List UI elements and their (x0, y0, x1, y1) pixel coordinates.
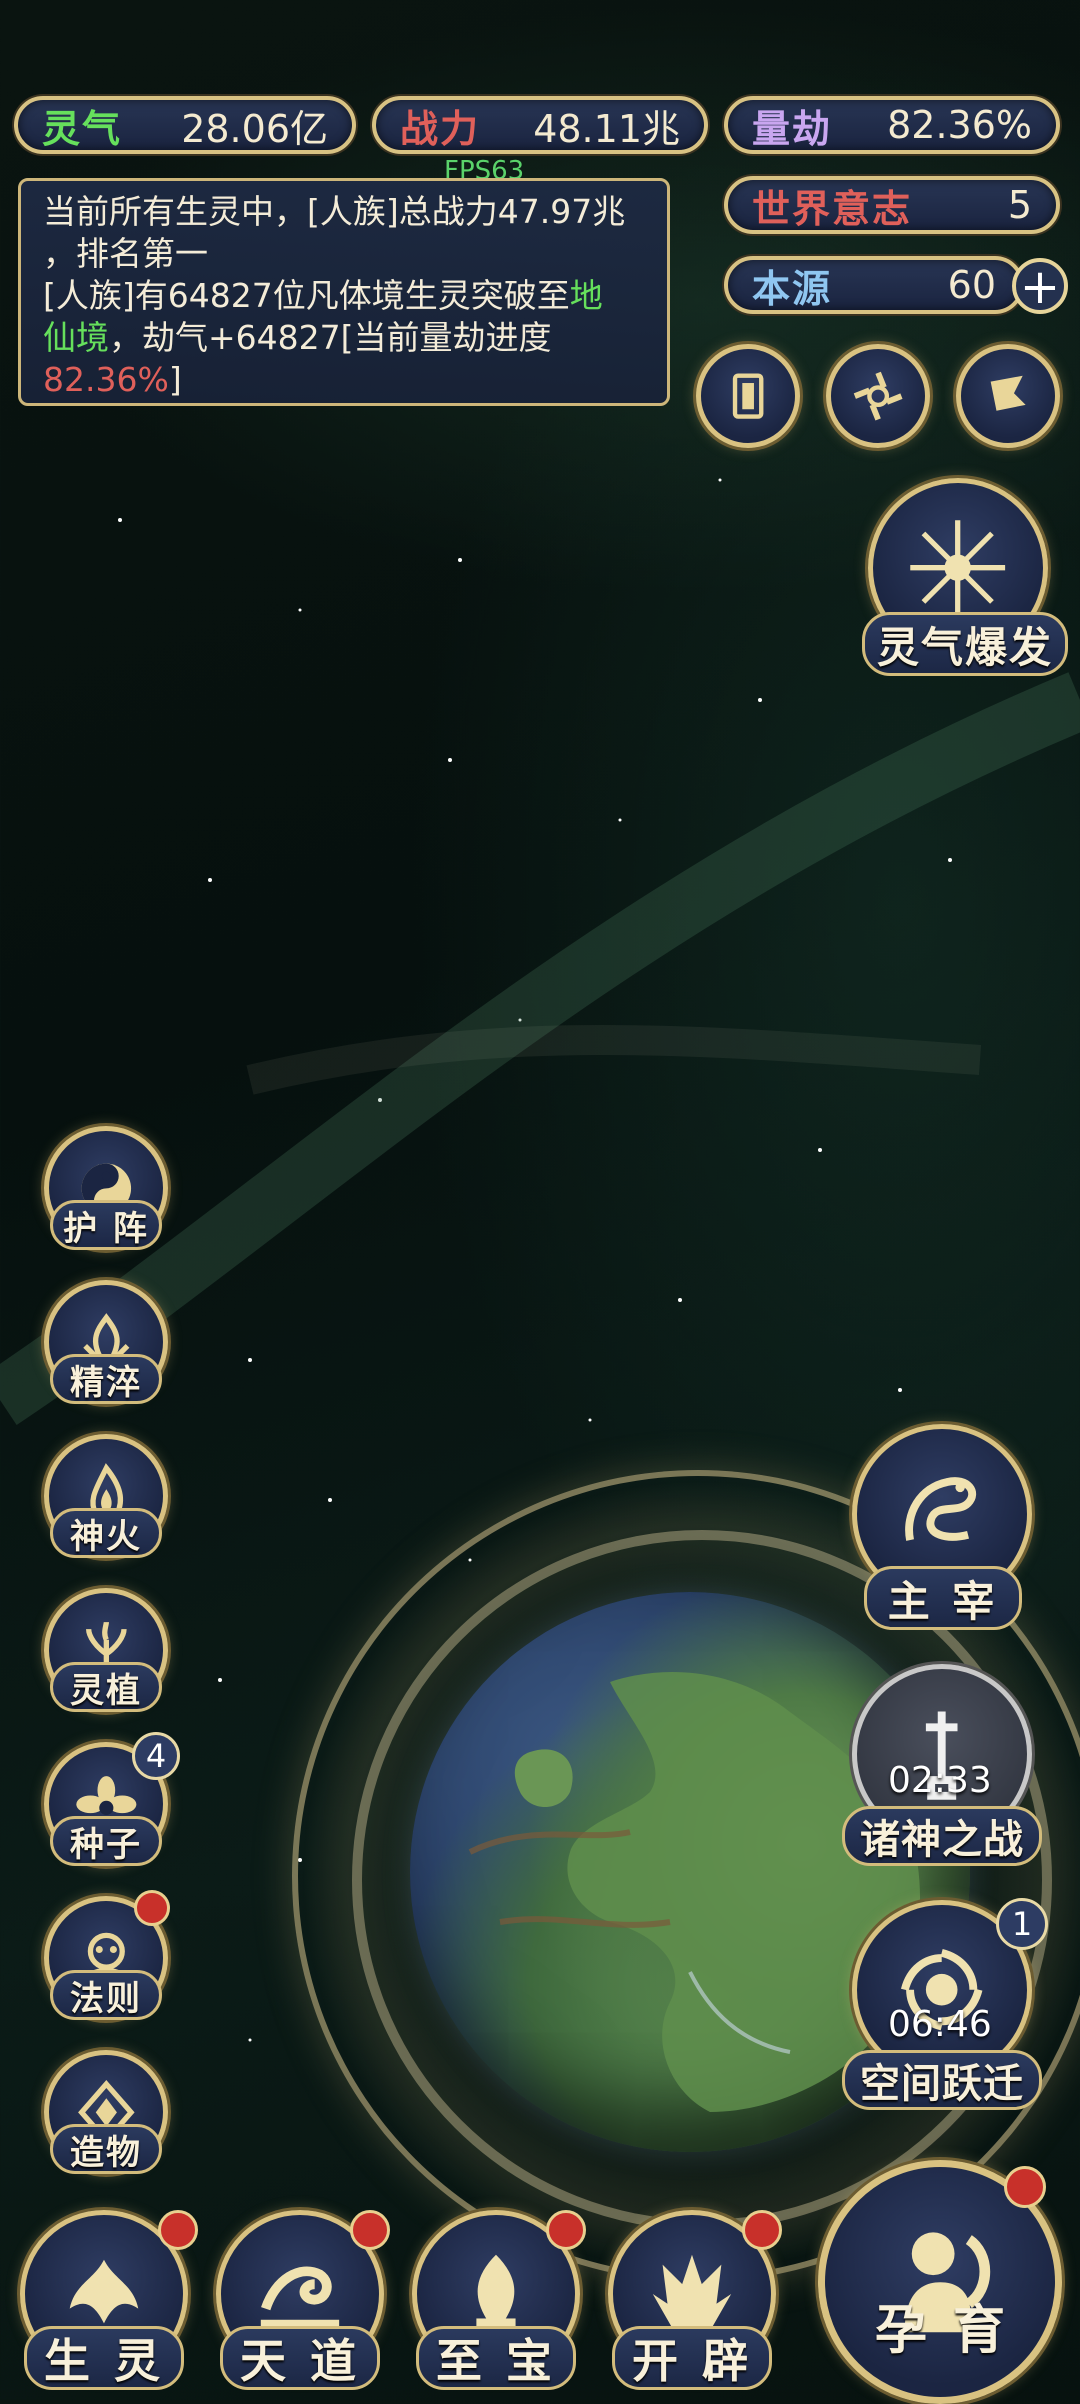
lingqi-label: 灵气 (42, 106, 123, 151)
liangjie-value: 82.36% (887, 103, 1032, 147)
message-line: [人族]有64827位凡体境生灵突破至地 (43, 276, 603, 315)
lingqi-burst-label: 灵气爆发 (862, 612, 1068, 676)
divine-fire-label: 神火 (50, 1508, 162, 1558)
flag-icon (990, 375, 1026, 411)
protect-formation-label: 护 阵 (50, 1200, 162, 1250)
zhanli-value: 48.11兆 (533, 106, 680, 151)
vortex-icon (853, 371, 903, 421)
creatures-notification-dot (158, 2210, 198, 2250)
lingqi-value: 28.06亿 (181, 106, 328, 151)
open-world-notification-dot (742, 2210, 782, 2250)
flag-button[interactable] (956, 344, 1060, 448)
spirit-plant-label: 灵植 (50, 1662, 162, 1712)
liangjie-bar[interactable]: 量劫 82.36% (724, 96, 1060, 154)
treasure-notification-dot (546, 2210, 586, 2250)
vortex-button[interactable] (826, 344, 930, 448)
message-line: 当前所有生灵中，[人族]总战力47.97兆 (43, 192, 626, 231)
master-label: 主 宰 (864, 1566, 1022, 1630)
seed-label: 种子 (50, 1816, 162, 1866)
add-benyuan-button[interactable]: + (1012, 258, 1068, 314)
benyuan-label: 本源 (752, 266, 833, 311)
message-line: 仙境，劫气+64827[当前量劫进度 (43, 318, 552, 357)
benyuan-bar[interactable]: 本源 60 (724, 256, 1024, 314)
card-icon (732, 373, 764, 419)
world-will-bar[interactable]: 世界意志 5 (724, 176, 1060, 234)
creatures-label: 生 灵 (24, 2326, 184, 2390)
zhanli-bar[interactable]: 战力 48.11兆 (372, 96, 708, 154)
liangjie-label: 量劫 (752, 106, 833, 151)
gods-war-label: 诸神之战 (842, 1806, 1042, 1866)
world-will-label: 世界意志 (752, 186, 913, 231)
space-jump-count-badge: 1 (996, 1898, 1048, 1950)
refine-label: 精淬 (50, 1354, 162, 1404)
heaven-way-notification-dot (350, 2210, 390, 2250)
seed-count-badge: 4 (132, 1732, 180, 1780)
lingqi-bar[interactable]: 灵气 28.06亿 (14, 96, 356, 154)
event-message-panel: 当前所有生灵中，[人族]总战力47.97兆 ，排名第一 [人族]有64827位凡… (18, 178, 670, 406)
creation-label: 造物 (50, 2124, 162, 2174)
space-jump-label: 空间跃迁 (842, 2050, 1042, 2110)
zhanli-label: 战力 (400, 106, 481, 151)
heaven-way-label: 天 道 (220, 2326, 380, 2390)
starburst-icon (910, 520, 1006, 616)
open-world-label: 开 辟 (612, 2326, 772, 2390)
message-line: 82.36%] (43, 360, 182, 399)
law-label: 法则 (50, 1970, 162, 2020)
treasure-label: 至 宝 (416, 2326, 576, 2390)
dragon-icon (905, 1477, 977, 1542)
gods-war-timer: 02:33 (888, 1760, 992, 1801)
space-jump-timer: 06:46 (888, 2004, 992, 2045)
benyuan-value: 60 (947, 263, 996, 307)
message-line: ，排名第一 (43, 234, 208, 273)
card-button[interactable] (696, 344, 800, 448)
law-notification-dot (134, 1890, 170, 1926)
world-will-value: 5 (1007, 183, 1032, 227)
nurture-notification-dot (1004, 2166, 1046, 2208)
nurture-label: 孕 育 (874, 2300, 1010, 2361)
